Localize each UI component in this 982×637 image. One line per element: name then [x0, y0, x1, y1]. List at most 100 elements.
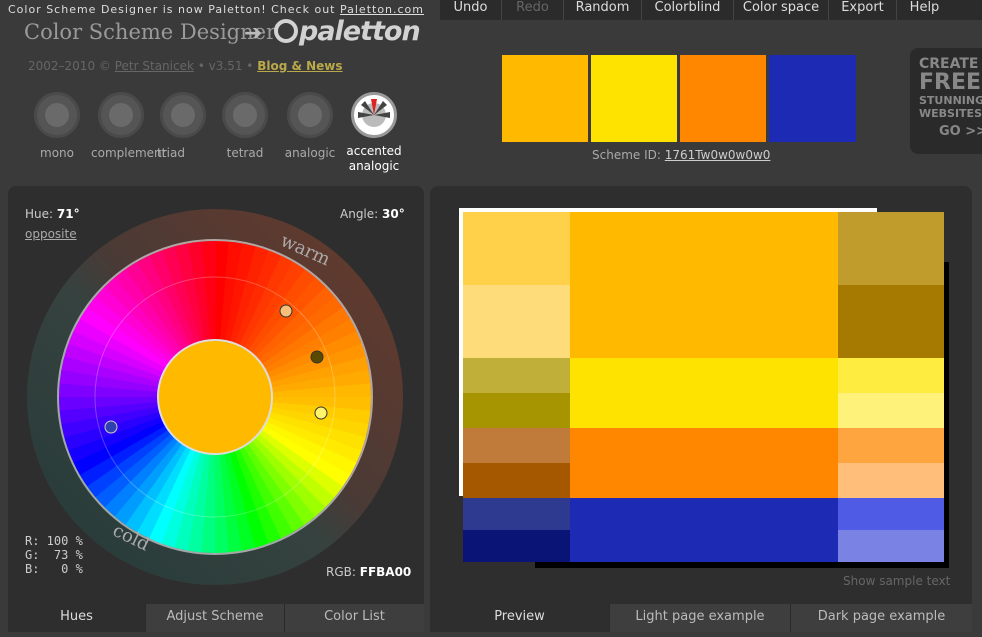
tab-preview[interactable]: Preview — [430, 604, 610, 632]
mono-icon — [34, 92, 80, 138]
menu-color-space[interactable]: Color space — [734, 0, 829, 20]
preview-cell[interactable] — [463, 212, 570, 285]
preview-cell[interactable] — [463, 428, 570, 463]
menu-random[interactable]: Random — [564, 0, 642, 20]
complement-icon — [98, 92, 144, 138]
author-link[interactable]: Petr Stanicek — [115, 59, 194, 73]
ad-line: FREE — [919, 70, 982, 95]
menu-redo[interactable]: Redo — [502, 0, 564, 20]
ad-go: GO >> — [939, 124, 982, 139]
preview-cell[interactable] — [838, 428, 944, 463]
rgb-percent: R: 100 % G: 73 % B: 0 % — [25, 534, 83, 576]
paletton-mark-icon — [274, 19, 298, 43]
preview-cell[interactable] — [838, 463, 944, 498]
blog-link[interactable]: Blog & News — [257, 59, 342, 73]
app-title: Color Scheme Designer — [24, 20, 277, 44]
swatch-secondary-a[interactable] — [591, 55, 677, 142]
scheme-type-label: tetrad — [226, 146, 264, 160]
create-website-ad[interactable]: CREATE FREE STUNNING WEBSITES GO >> — [910, 48, 982, 154]
rgb-g: G: 73 % — [25, 548, 83, 562]
rgb-r: R: 100 % — [25, 534, 83, 548]
preview-cell[interactable] — [838, 393, 944, 428]
preview-cell[interactable] — [838, 212, 944, 285]
hue-handle-accent[interactable] — [279, 304, 293, 318]
scheme-type-analogic[interactable]: analogic — [281, 92, 339, 160]
rgb-hex-label: RGB: — [326, 565, 356, 579]
opposite-link[interactable]: opposite — [25, 227, 77, 241]
credits-version: • v3.51 • — [197, 59, 254, 73]
notice-text: Color Scheme Designer is now Paletton! C… — [7, 3, 336, 16]
scheme-type-selector: mono complement triad tetrad analogic ac… — [28, 92, 418, 182]
paletton-logo[interactable]: paletton — [274, 16, 421, 47]
color-wheel[interactable]: warm cold — [24, 206, 408, 590]
swatch-secondary-b[interactable] — [680, 55, 766, 142]
preview-cell[interactable] — [838, 498, 944, 530]
hue-readout: Hue: 71° — [25, 207, 80, 221]
preview-cell[interactable] — [463, 530, 570, 562]
scheme-type-label: triad — [157, 146, 185, 160]
scheme-type-label: accented analogic — [346, 144, 402, 173]
ad-line: STUNNING — [919, 94, 982, 107]
tab-dark-page-example[interactable]: Dark page example — [791, 604, 972, 632]
scheme-id-link[interactable]: 1761Tw0w0w0w0 — [665, 148, 771, 162]
angle-readout: Angle: 30° — [340, 207, 405, 221]
preview-cell[interactable] — [463, 393, 570, 428]
preview-cell-secondary-b[interactable] — [570, 428, 838, 498]
hue-label: Hue: — [25, 207, 54, 221]
scheme-type-label: mono — [40, 146, 74, 160]
preview-cell-complement[interactable] — [570, 498, 838, 562]
preview-cell[interactable] — [838, 358, 944, 393]
preview-cell[interactable] — [463, 498, 570, 530]
scheme-id: Scheme ID: 1761Tw0w0w0w0 — [592, 148, 770, 162]
scheme-type-tetrad[interactable]: tetrad — [217, 92, 273, 160]
scheme-id-label: Scheme ID: — [592, 148, 661, 162]
paletton-link[interactable]: Paletton.com — [340, 3, 424, 16]
preview-cell[interactable] — [463, 285, 570, 358]
swatch-complement[interactable] — [769, 55, 856, 142]
tab-adjust-scheme[interactable]: Adjust Scheme — [146, 604, 285, 632]
scheme-type-triad[interactable]: triad — [155, 92, 211, 160]
rgb-hex-readout: RGB: FFBA00 — [326, 565, 411, 579]
hue-handle-secondary[interactable] — [314, 406, 328, 420]
preview-cell[interactable] — [838, 285, 944, 358]
tab-light-page-example[interactable]: Light page example — [610, 604, 791, 632]
show-sample-text-link[interactable]: Show sample text — [843, 574, 950, 588]
rgb-b: B: 0 % — [25, 562, 83, 576]
swatch-primary[interactable] — [502, 55, 588, 142]
scheme-type-label: complement — [91, 146, 167, 160]
triad-icon — [160, 92, 206, 138]
menu-export[interactable]: Export — [829, 0, 897, 20]
credits-years: 2002–2010 © — [28, 59, 111, 73]
credits: 2002–2010 © Petr Stanicek • v3.51 • Blog… — [28, 59, 343, 73]
scheme-type-accented-analogic[interactable]: accented analogic — [344, 92, 404, 174]
preview-cell-primary[interactable] — [570, 212, 838, 358]
scheme-type-complement[interactable]: complement — [91, 92, 167, 160]
preview-cell[interactable] — [463, 358, 570, 393]
hue-handle-complement[interactable] — [104, 420, 118, 434]
analogic-icon — [287, 92, 333, 138]
arrow-icon: ➔ — [244, 21, 263, 46]
paletton-logo-text: paletton — [299, 16, 421, 47]
preview-cell[interactable] — [463, 463, 570, 498]
preview-cell-secondary-a[interactable] — [570, 358, 838, 428]
selected-color-center — [157, 339, 273, 455]
preview-cell[interactable] — [838, 530, 944, 562]
app-root: Color Scheme Designer is now Paletton! C… — [0, 0, 982, 637]
tab-hues[interactable]: Hues — [8, 604, 146, 632]
menu-colorblind[interactable]: Colorblind — [642, 0, 734, 20]
menu-undo[interactable]: Undo — [440, 0, 502, 20]
right-tabs: Preview Light page example Dark page exa… — [430, 604, 972, 637]
tetrad-icon — [222, 92, 268, 138]
menu-help[interactable]: Help — [897, 0, 952, 20]
scheme-type-label: analogic — [284, 146, 336, 160]
rgb-hex-value: FFBA00 — [359, 565, 412, 579]
scheme-type-mono[interactable]: mono — [28, 92, 86, 160]
hue-handle-primary[interactable] — [310, 350, 324, 364]
accented-analogic-icon — [351, 92, 397, 138]
ad-line: WEBSITES — [919, 107, 982, 120]
color-preview-grid — [463, 212, 944, 562]
angle-value: 30° — [382, 207, 405, 221]
tab-color-list[interactable]: Color List — [285, 604, 424, 632]
top-menu: Undo Redo Random Colorblind Color space … — [440, 0, 982, 20]
left-tabs: Hues Adjust Scheme Color List — [8, 604, 424, 637]
